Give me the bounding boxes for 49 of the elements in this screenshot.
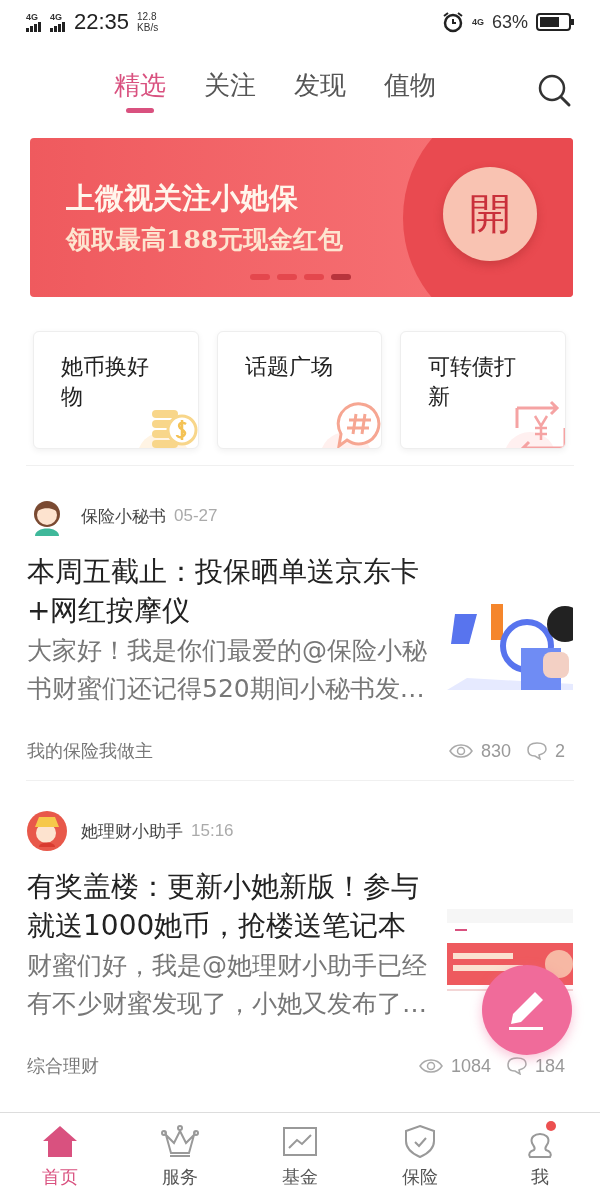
view-count: 830 [480,740,511,762]
yuan-exchange-icon [505,400,565,448]
shortcut-card[interactable]: 她币换好物 [33,331,199,449]
crown-icon [160,1123,200,1159]
hashtag-bubble-icon [321,402,381,448]
tab[interactable]: 值物 [378,67,442,113]
eye-icon [448,743,473,759]
shortcut-card[interactable]: 可转债打新 [400,331,566,449]
speed-unit: KB/s [137,22,159,33]
network-type: 4G [471,17,484,27]
coins-icon [137,410,198,448]
banner-subline: 领取最高188元现金红包 [66,224,344,256]
eye-icon [418,1058,443,1074]
shortcut-card[interactable]: 话题广场 [216,331,383,449]
comment-icon [506,1057,527,1075]
tab[interactable]: 发现 [288,67,352,113]
view-count: 1084 [450,1055,491,1077]
nav-tab[interactable]: 基金 [240,1113,360,1197]
post-summary: 大家好！我是你们最爱的@保险小秘书财蜜们还记得520期间小秘书发… [27,635,427,705]
post-time: 05-27 [174,506,218,526]
author-name[interactable]: 保险小秘书 [81,504,166,528]
author-name[interactable]: 她理财小助手 [81,819,183,843]
battery-icon [536,13,574,31]
post-summary: 财蜜们好，我是@她理财小助手已经有不少财蜜发现了，小她又发布了… [27,950,427,1020]
topic-tag[interactable]: 我的保险我做主 [27,739,153,763]
shortcut-label: 话题广场 [244,353,334,381]
nav-tab[interactable]: 首页 [0,1113,120,1197]
post-time: 15:16 [191,821,234,841]
nav-tab[interactable]: 我 [480,1113,600,1197]
clock-time: 22:35 [74,9,130,35]
search-icon[interactable] [536,72,572,108]
comment-count: 184 [534,1055,565,1077]
banner-headline: 上微视关注小她保 [66,180,299,217]
post-title[interactable]: 本周五截止：投保晒单送京东卡+网红按摩仪 [27,552,427,630]
shortcut-label: 她币换好物 [61,353,150,411]
nav-tab[interactable]: 保险 [360,1113,480,1197]
tab[interactable]: 关注 [198,67,262,113]
topic-tag[interactable]: 综合理财 [27,1054,99,1078]
tab[interactable]: 精选 [108,67,172,113]
alarm-icon [441,11,464,33]
compose-button[interactable] [482,965,572,1055]
avatar[interactable] [27,811,67,851]
comment-icon [527,742,547,760]
shortcut-label: 可转债打新 [428,353,518,411]
post-title[interactable]: 有奖盖楼：更新小她新版！参与就送1000她币，抢楼送笔记本 [27,867,427,945]
comment-count: 2 [555,740,565,762]
battery-percent: 63% [491,11,528,33]
network-speed: 12.8 [137,11,158,22]
nav-tab[interactable]: 服务 [120,1113,240,1197]
